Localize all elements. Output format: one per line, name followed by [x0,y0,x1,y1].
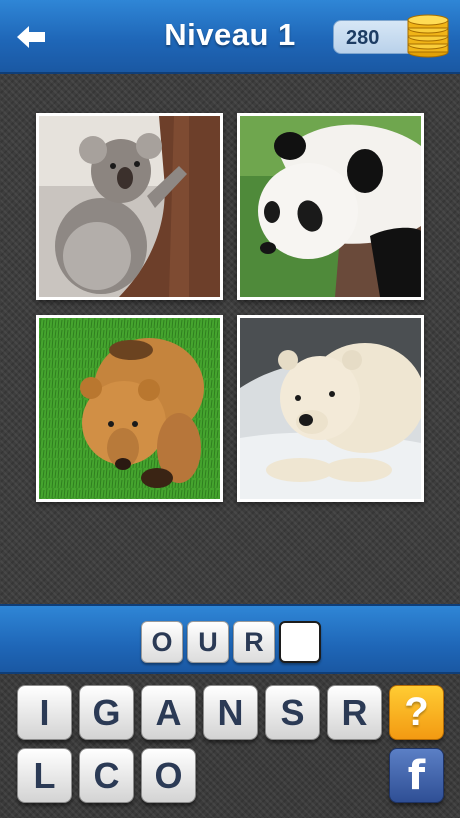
panda-photo [240,116,421,297]
picture-board [0,74,460,604]
answer-letter-2[interactable]: U [187,621,229,663]
photo-panda[interactable] [237,113,424,300]
gold-coins-icon [407,14,449,58]
answer-letter-3[interactable]: R [233,621,275,663]
letter-key[interactable]: G [79,685,134,740]
header-bar: Niveau 1 280 [0,0,460,74]
facebook-share-button[interactable]: f [389,748,444,803]
letter-key[interactable]: S [265,685,320,740]
letter-key[interactable]: C [79,748,134,803]
brown-bear-photo [39,318,220,499]
letter-key[interactable]: A [141,685,196,740]
letter-key[interactable]: O [141,748,196,803]
photo-koala[interactable] [36,113,223,300]
coins-value: 280 [346,27,380,49]
answer-empty-slot[interactable] [279,621,321,663]
letter-key[interactable]: L [17,748,72,803]
help-button[interactable]: ? [389,685,444,740]
photo-polar-bear[interactable] [237,315,424,502]
koala-photo [39,116,220,297]
photo-brown-bear[interactable] [36,315,223,502]
answer-letter-1[interactable]: O [141,621,183,663]
letter-key[interactable]: I [17,685,72,740]
polar-bear-photo [240,318,421,499]
letter-key[interactable]: R [327,685,382,740]
letter-key[interactable]: N [203,685,258,740]
answer-bar: O U R [0,604,460,674]
